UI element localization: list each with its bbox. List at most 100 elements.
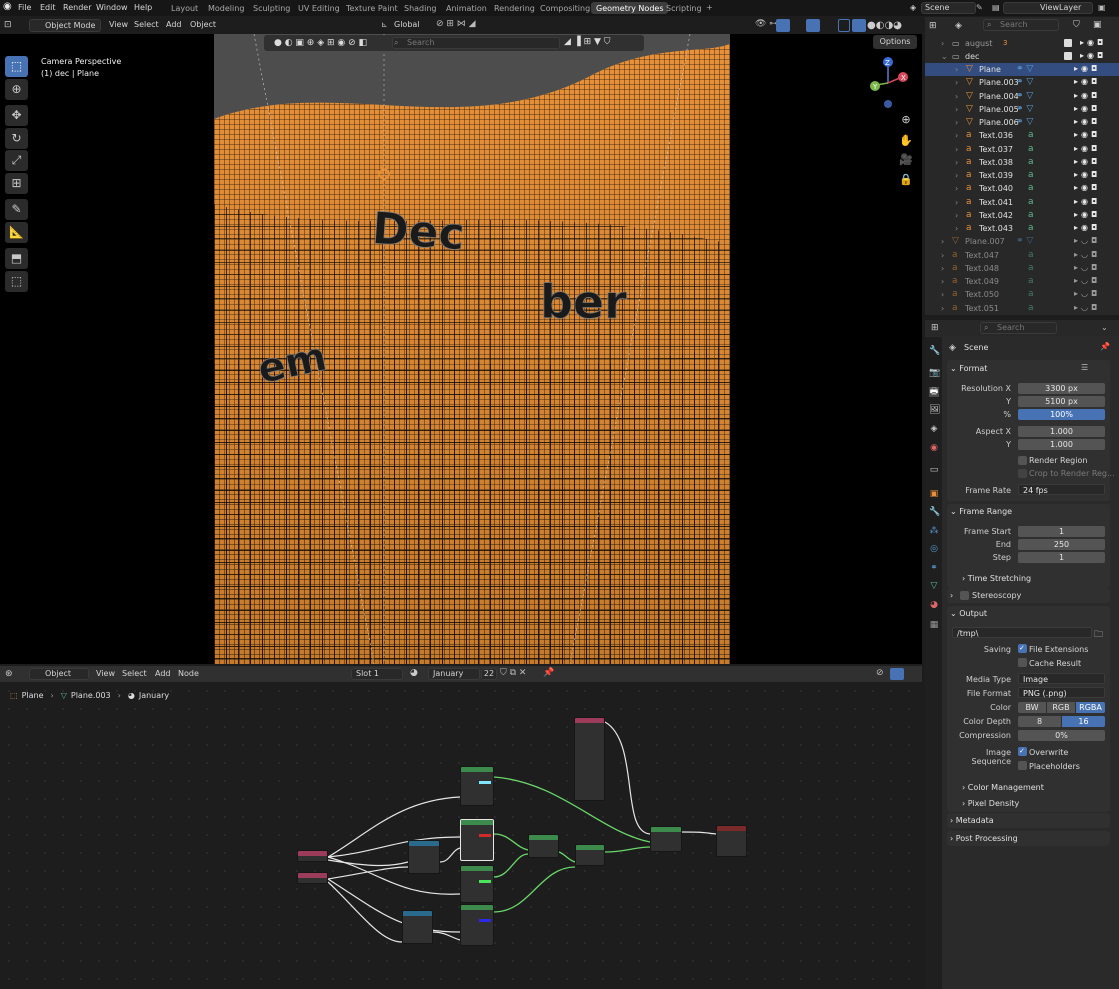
tab-rendering[interactable]: Rendering	[489, 2, 540, 14]
value-node[interactable]	[297, 872, 328, 884]
text-data-icon[interactable]: a	[1028, 276, 1034, 286]
placeholders-checkbox[interactable]	[1018, 761, 1027, 770]
tab-uv-editing[interactable]: UV Editing	[293, 2, 345, 14]
world-tab-icon[interactable]: ◉	[929, 443, 939, 453]
viewport-menu-select[interactable]: Select	[134, 20, 159, 29]
stereoscopy-checkbox[interactable]	[960, 591, 969, 600]
modifier-data-icon[interactable]: ⚭ ▽	[1016, 104, 1033, 114]
expand-icon[interactable]: ›	[955, 118, 958, 127]
render-region-checkbox[interactable]	[1018, 456, 1027, 465]
data-tab-icon[interactable]: ▽	[929, 581, 939, 591]
modifier-data-icon[interactable]: ⚭ ▽	[1016, 91, 1033, 101]
overlay-toggle-icon[interactable]	[806, 19, 820, 32]
view-layer-tab-icon[interactable]: 🖼	[929, 405, 940, 415]
lock-icon[interactable]: 🔒	[898, 172, 914, 188]
crop-checkbox[interactable]	[1018, 469, 1027, 478]
visibility-icons[interactable]: ▸◉◘	[1074, 157, 1100, 166]
time-stretching-header[interactable]: › Time Stretching	[962, 574, 1031, 583]
xray-icon[interactable]	[838, 19, 850, 32]
text-data-icon[interactable]: a	[1028, 157, 1034, 167]
new-collection-icon[interactable]: ▣	[1093, 20, 1102, 30]
visibility-icons[interactable]: ▸◉◘	[1074, 130, 1100, 139]
expand-icon[interactable]: ›	[955, 211, 958, 220]
orientation-selector[interactable]: Global	[394, 20, 420, 29]
outliner-type-icon[interactable]: ⊞	[929, 21, 937, 31]
expand-icon[interactable]: ›	[955, 131, 958, 140]
shader-node[interactable]	[460, 766, 494, 806]
tab-geometry-nodes[interactable]: Geometry Nodes	[591, 2, 669, 14]
shader-node[interactable]	[460, 904, 494, 946]
visibility-icons[interactable]: ▸◡◘	[1074, 289, 1100, 298]
properties-type-icon[interactable]: ⊞	[931, 323, 939, 333]
overwrite-checkbox[interactable]	[1018, 747, 1027, 756]
text-data-icon[interactable]: a	[1028, 303, 1034, 313]
visibility-icons[interactable]: ▸◡◘	[1074, 276, 1100, 285]
scale-tool-icon[interactable]: ⤢	[5, 150, 28, 171]
outliner-item[interactable]: › ▽ Plane.003 ⚭ ▽ ▸◉◘	[925, 76, 1119, 89]
outliner-item[interactable]: › a Text.050 a ▸◡◘	[925, 288, 1119, 301]
include-checkbox[interactable]	[1064, 52, 1072, 60]
pixel-density-header[interactable]: › Pixel Density	[962, 799, 1019, 808]
visibility-icons[interactable]: ▸◉◘	[1080, 51, 1106, 60]
aspect-y-field[interactable]: 1.000	[1018, 439, 1105, 450]
visibility-icons[interactable]: ▸◉◘	[1074, 197, 1100, 206]
post-processing-header[interactable]: › Post Processing	[950, 834, 1018, 843]
text-data-icon[interactable]: a	[1028, 263, 1034, 273]
expand-icon[interactable]: ›	[941, 251, 944, 260]
visibility-icons[interactable]: ▸◉◘	[1074, 144, 1100, 153]
add-primitive-tool-icon[interactable]: ⬚	[5, 271, 28, 292]
mix-shader-node[interactable]	[650, 826, 682, 852]
math-node[interactable]	[408, 840, 440, 874]
object-tab-icon[interactable]: ▣	[929, 489, 939, 499]
expand-icon[interactable]: ›	[941, 290, 944, 299]
metadata-header[interactable]: › Metadata	[950, 816, 994, 825]
render-tab-icon[interactable]: 📷	[929, 368, 940, 378]
outliner-item[interactable]: › a Text.037 a ▸◉◘	[925, 143, 1119, 156]
texture-tab-icon[interactable]: ▦	[929, 620, 939, 630]
viewport-menu-add[interactable]: Add	[166, 20, 182, 29]
outliner-item[interactable]: › ▽ Plane.006 ⚭ ▽ ▸◉◘	[925, 116, 1119, 129]
frame-rate-dropdown[interactable]: 24 fps	[1018, 484, 1105, 495]
modifier-data-icon[interactable]: ⚭ ▽	[1016, 117, 1033, 127]
outliner-item[interactable]: › a Text.043 a ▸◉◘	[925, 222, 1119, 235]
expand-icon[interactable]: ›	[955, 78, 958, 87]
collection-tab-icon[interactable]: ▭	[929, 465, 939, 475]
visibility-icons[interactable]: ▸◉◘	[1080, 38, 1106, 47]
text-data-icon[interactable]: a	[1028, 130, 1034, 140]
filter-icon[interactable]: ⛉	[1073, 20, 1080, 30]
expand-icon[interactable]: ›	[955, 105, 958, 114]
viewport-search-input[interactable]: Search	[392, 37, 560, 49]
modifier-data-icon[interactable]: ⚭ ▽	[1016, 64, 1033, 74]
node-mode-selector[interactable]: Object	[29, 668, 89, 680]
expand-icon[interactable]: ›	[955, 184, 958, 193]
tab-shading[interactable]: Shading	[399, 2, 442, 14]
text-data-icon[interactable]: a	[1028, 223, 1034, 233]
cursor-tool-icon[interactable]: ⊕	[5, 79, 28, 100]
outliner-item[interactable]: › a Text.041 a ▸◉◘	[925, 196, 1119, 209]
filter-funnel-icon[interactable]: ◢ ▐ ⊞ ▼ ⛉	[564, 37, 611, 47]
transform-tool-icon[interactable]: ⊞	[5, 173, 28, 194]
annotate-tool-icon[interactable]: ✎	[5, 199, 28, 220]
scene-selector[interactable]: Scene	[921, 2, 976, 14]
tab-layout[interactable]: Layout	[166, 2, 203, 14]
collapse-icon[interactable]: ⌄	[941, 52, 948, 61]
expand-icon[interactable]: ›	[955, 224, 958, 233]
color-rgb-option[interactable]: RGB	[1047, 702, 1075, 713]
node-menu-view[interactable]: View	[96, 669, 115, 678]
expand-icon[interactable]: ›	[955, 92, 958, 101]
outliner-item[interactable]: › a Text.038 a ▸◉◘	[925, 156, 1119, 169]
outliner-item[interactable]: › a Text.040 a ▸◉◘	[925, 182, 1119, 195]
text-data-icon[interactable]: a	[1028, 250, 1034, 260]
expand-icon[interactable]: ›	[941, 304, 944, 313]
file-extensions-checkbox[interactable]	[1018, 644, 1027, 653]
material-name-field[interactable]: January	[428, 668, 480, 680]
resolution-y-field[interactable]: 5100 px	[1018, 396, 1105, 407]
navigation-gizmo[interactable]: Z X Y	[864, 55, 912, 111]
properties-search-input[interactable]: Search	[980, 322, 1057, 334]
aspect-x-field[interactable]: 1.000	[1018, 426, 1105, 437]
light-path-node[interactable]	[574, 717, 605, 801]
gizmo-toggle-icon[interactable]	[776, 19, 790, 32]
visibility-icons[interactable]: ▸◉◘	[1074, 77, 1100, 86]
menu-help[interactable]: Help	[134, 3, 152, 12]
expand-icon[interactable]: ›	[941, 39, 944, 48]
